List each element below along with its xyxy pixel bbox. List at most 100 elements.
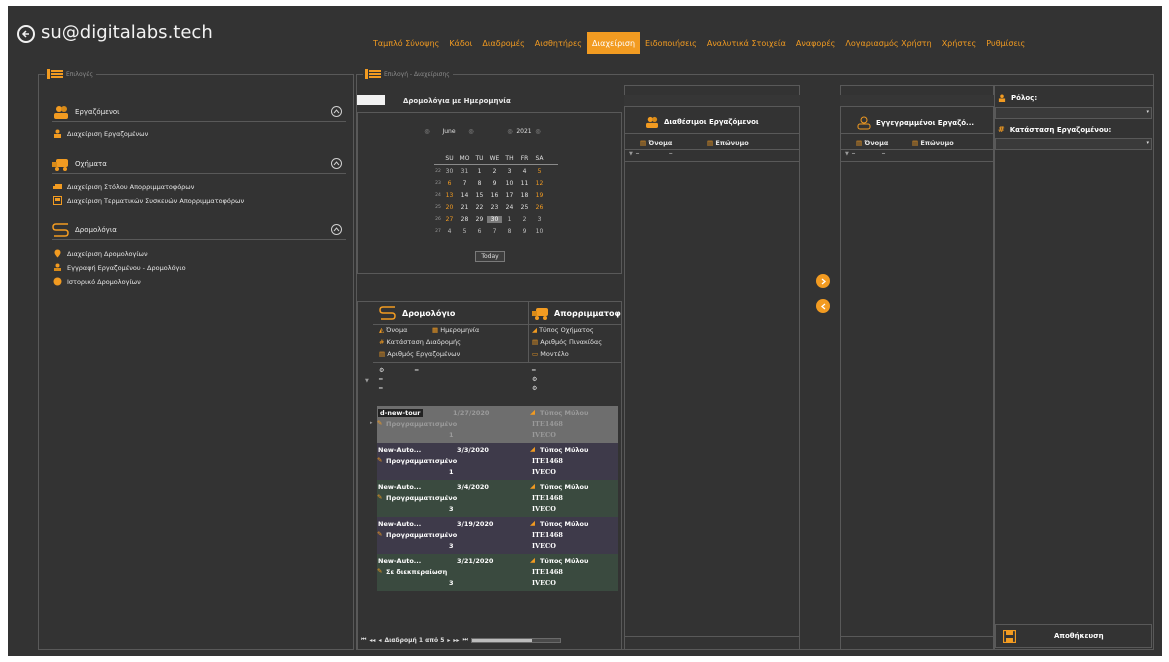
filter-right[interactable]: ━ ⚙ ⚙ (532, 366, 537, 393)
calendar-day[interactable]: 12 (532, 180, 547, 187)
move-right-button[interactable] (816, 274, 830, 288)
calendar-day[interactable]: 5 (532, 168, 547, 175)
prev-year-icon[interactable]: ◎ (506, 128, 514, 135)
horizontal-scrollbar[interactable] (470, 637, 561, 643)
first-page-icon[interactable]: ⏮ (361, 636, 366, 644)
table-row[interactable]: New-Auto... 3/19/2020 ✎ Προγραμματισμένο 3 ◢ Τ… (377, 517, 618, 554)
calendar-day[interactable]: 6 (442, 180, 457, 187)
calendar-day[interactable]: 28 (457, 216, 472, 223)
calendar-day[interactable]: 1 (502, 216, 517, 223)
nav-item[interactable]: Ταμπλό Σύνοψης (368, 32, 444, 54)
available-col-first[interactable]: ▤ Όνομα (640, 139, 672, 147)
calendar-day[interactable]: 23 (487, 204, 502, 211)
today-button[interactable]: Today (475, 251, 505, 262)
calendar-day[interactable]: 3 (532, 216, 547, 223)
chevron-up-icon[interactable] (331, 106, 342, 117)
calendar-day[interactable]: 6 (472, 228, 487, 235)
calendar-day[interactable]: 31 (457, 168, 472, 175)
date-filter-toggle[interactable] (357, 95, 385, 105)
calendar-day[interactable]: 30 (487, 215, 502, 223)
section-vehicles[interactable]: Οχήματα (52, 154, 346, 174)
calendar-day[interactable]: 2 (517, 216, 532, 223)
available-filter-icon[interactable]: ▼ ━ ━ (629, 151, 672, 157)
nav-item[interactable]: Λογαριασμός Χρήστη (840, 32, 936, 54)
table-row[interactable]: New-Auto... 3/21/2020 ✎ Σε διεκπεραίωση 3 ◢ Τύ… (377, 554, 618, 591)
calendar-day[interactable]: 17 (502, 192, 517, 199)
calendar-day[interactable]: 16 (487, 192, 502, 199)
calendar-day[interactable]: 19 (532, 192, 547, 199)
calendar-day[interactable]: 3 (502, 168, 517, 175)
nav-item[interactable]: Χρήστες (937, 32, 982, 54)
back-button[interactable] (17, 25, 35, 43)
next-year-icon[interactable]: ◎ (534, 128, 542, 135)
last-page-icon[interactable]: ⏭ (462, 636, 467, 644)
calendar-day[interactable]: 4 (517, 168, 532, 175)
calendar-day[interactable]: 2 (487, 168, 502, 175)
calendar-day[interactable]: 30 (442, 168, 457, 175)
menu-manage-routes[interactable]: Διαχείριση Δρομολογίων (53, 249, 148, 258)
save-button[interactable]: Αποθήκευση (995, 624, 1152, 648)
role-select[interactable]: ▾ (995, 107, 1152, 119)
field-plate[interactable]: ▤ Αριθμός Πινακίδας (532, 338, 602, 346)
calendar-day[interactable]: 10 (532, 228, 547, 235)
calendar-day[interactable]: 14 (457, 192, 472, 199)
chevron-up-icon[interactable] (331, 224, 342, 235)
available-search-input[interactable] (624, 95, 800, 107)
calendar-day[interactable]: 11 (517, 180, 532, 187)
calendar-day[interactable]: 4 (442, 228, 457, 235)
chevron-up-icon[interactable] (331, 158, 342, 169)
calendar-day[interactable]: 7 (487, 228, 502, 235)
calendar-day[interactable]: 24 (502, 204, 517, 211)
menu-route-history[interactable]: Ιστορικό Δρομολογίων (53, 277, 141, 286)
field-employee-count[interactable]: ▤ Αριθμός Εργαζομένων (379, 350, 460, 358)
filter-left[interactable]: ⚙ ━ ━ ━ (379, 366, 419, 393)
enrolled-col-first[interactable]: ▤ Όνομα (856, 139, 888, 147)
nav-item[interactable]: Κάδοι (444, 32, 477, 54)
table-row[interactable]: d-new-tour 1/27/2020 ✎ Προγραμματισμένο 1 ◢ Τύ… (377, 406, 618, 443)
nav-item[interactable]: Διαδρομές (477, 32, 529, 54)
field-vehicle-type[interactable]: ◢ Τύπος Οχήματος (532, 326, 594, 334)
calendar-day[interactable]: 1 (472, 168, 487, 175)
nav-item[interactable]: Ειδοποιήσεις (640, 32, 702, 54)
calendar-day[interactable]: 27 (442, 216, 457, 223)
calendar-day[interactable]: 13 (442, 192, 457, 199)
nav-item[interactable]: Διαχείριση (586, 32, 641, 54)
section-employees[interactable]: Εργαζόμενοι (52, 102, 346, 122)
col-truck-header[interactable]: Απορριμματοφ (532, 306, 621, 320)
menu-assign-employee-route[interactable]: Εγγραφή Εργαζομένου - Δρομολόγιο (53, 263, 186, 272)
table-row[interactable]: New-Auto... 3/4/2020 ✎ Προγραμματισμένο 3 ◢ Τύ… (377, 480, 618, 517)
calendar-day[interactable]: 8 (502, 228, 517, 235)
menu-manage-employees[interactable]: Διαχείριση Εργαζομένων (53, 129, 148, 138)
prev-page-icon[interactable]: ◂ (378, 637, 381, 644)
calendar-day[interactable]: 21 (457, 204, 472, 211)
next-month-icon[interactable]: ◎ (466, 128, 476, 135)
calendar-day[interactable]: 25 (517, 204, 532, 211)
available-col-last[interactable]: ▤ Επώνυμο (707, 139, 749, 147)
field-route-status[interactable]: # Κατάσταση Διαδρομής (379, 338, 461, 346)
calendar-day[interactable]: 22 (472, 204, 487, 211)
menu-manage-fleet[interactable]: Διαχείριση Στόλου Απορριμματοφόρων (53, 182, 194, 191)
table-row[interactable]: New-Auto... 3/3/2020 ✎ Προγραμματισμένο 1 ◢ Τύ… (377, 443, 618, 480)
enrolled-search-input[interactable] (840, 95, 994, 107)
nav-item[interactable]: Αισθητήρες (530, 32, 587, 54)
calendar-day[interactable]: 15 (472, 192, 487, 199)
employee-status-select[interactable]: ▾ (995, 138, 1152, 150)
next-page-icon[interactable]: ▸ (447, 637, 450, 644)
calendar-day[interactable]: 29 (472, 216, 487, 223)
calendar-year[interactable]: 2021 (514, 128, 534, 135)
nav-item[interactable]: Αναλυτικά Στοιχεία (702, 32, 791, 54)
calendar-day[interactable]: 7 (457, 180, 472, 187)
calendar-day[interactable]: 26 (532, 204, 547, 211)
calendar-day[interactable]: 20 (442, 204, 457, 211)
calendar-day[interactable]: 8 (472, 180, 487, 187)
move-left-button[interactable] (816, 299, 830, 313)
calendar-day[interactable]: 9 (517, 228, 532, 235)
calendar-day[interactable]: 10 (502, 180, 517, 187)
next-group-icon[interactable]: ▸▸ (453, 637, 459, 644)
section-routes[interactable]: Δρομολόγια (52, 220, 346, 240)
field-name[interactable]: ◭ Όνομα (379, 326, 407, 334)
calendar-day[interactable]: 5 (457, 228, 472, 235)
menu-manage-terminals[interactable]: Διαχείριση Τερματικών Συσκευών Απορριμμα… (53, 196, 244, 205)
field-date[interactable]: ▦ Ημερομηνία (432, 326, 479, 334)
prev-month-icon[interactable]: ◎ (422, 128, 432, 135)
